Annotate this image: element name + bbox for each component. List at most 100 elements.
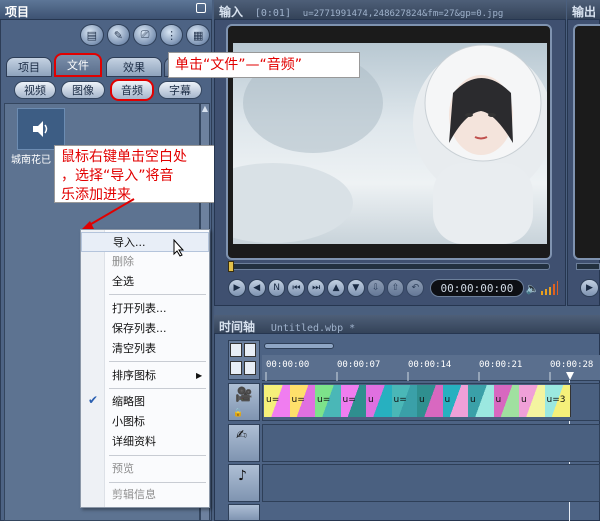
mark-out-icon[interactable]: ⇧ xyxy=(386,279,405,297)
input-title-text: 输入 xyxy=(219,5,244,19)
menu-item-clear-list[interactable]: 清空列表 xyxy=(81,339,209,359)
subtab-caption[interactable]: 字幕 xyxy=(158,81,202,99)
clip-label: u= xyxy=(342,395,356,405)
undo-icon[interactable]: ↶ xyxy=(406,279,425,297)
tab-project[interactable]: 项目 xyxy=(6,57,52,77)
play-icon[interactable]: ▶ xyxy=(228,279,246,297)
project-title-text: 项目 xyxy=(5,5,30,19)
input-panel-title: 输入 [0:01] u=2771991474,248627824&fm=27&g… xyxy=(214,0,566,20)
end-icon[interactable]: ⏭ xyxy=(307,279,326,297)
video-clip[interactable]: u xyxy=(366,385,393,417)
clip-label: u= xyxy=(317,395,331,405)
subtab-video[interactable]: 视频 xyxy=(14,81,56,99)
menu-separator xyxy=(109,361,206,362)
menu-item-small-icons[interactable]: 小图标 xyxy=(81,412,209,432)
title-track[interactable] xyxy=(262,424,600,462)
grid-icon[interactable]: ▦ xyxy=(186,24,210,46)
mark-in-icon[interactable]: ⇩ xyxy=(366,279,385,297)
ruler-ticks xyxy=(265,372,551,381)
callout-line-2: ，选择“导入”将音 xyxy=(61,168,174,184)
clip-label: u xyxy=(495,395,502,405)
clip-label: u xyxy=(521,395,527,405)
timeline-title: 时间轴 Untitled.wbp * xyxy=(214,315,600,334)
speaker-icon xyxy=(33,121,48,137)
tree-icon[interactable]: ⋮ xyxy=(159,24,184,46)
clip-label: u= xyxy=(393,395,407,405)
new-doc-icon[interactable] xyxy=(230,343,242,357)
tab-effects[interactable]: 效果 xyxy=(106,57,162,77)
lock-icon[interactable]: 🔒 xyxy=(233,408,243,417)
video-clip[interactable]: u xyxy=(468,385,495,417)
ruler-label-0: 00:00:00 xyxy=(266,360,310,370)
volume-meter-icon xyxy=(541,281,558,295)
seek-handle[interactable] xyxy=(228,261,234,272)
clip-icon[interactable]: ⎚ xyxy=(133,24,157,46)
video-clip[interactable]: u xyxy=(493,385,520,417)
up-icon[interactable]: ▲ xyxy=(327,279,345,297)
menu-item-thumbnail[interactable]: 缩略图 xyxy=(81,392,209,412)
video-clip[interactable]: u=3 xyxy=(544,385,571,417)
zoom-icon[interactable] xyxy=(244,361,256,375)
timeline-zoom-slider[interactable] xyxy=(264,343,334,349)
snap-icon[interactable] xyxy=(230,361,242,375)
transport-bar: ▶ ◀ N ⏮ ⏭ ▲ ▼ ⇩ ⇧ ↶ 00:00:00:00 🔈 xyxy=(228,276,558,300)
menu-item-select-all[interactable]: 全选 xyxy=(81,272,209,292)
seek-bar[interactable] xyxy=(228,263,550,270)
down-icon[interactable]: ▼ xyxy=(346,279,365,297)
callout-file-audio-hint: 单击“文件”—“音频” xyxy=(168,52,360,78)
next-icon[interactable]: N xyxy=(267,279,286,297)
track-header-video[interactable]: 🎥 🔒 xyxy=(228,383,260,421)
timecode-display: 00:00:00:00 xyxy=(430,279,524,297)
menu-separator xyxy=(109,482,206,483)
audio-file-thumbnail[interactable] xyxy=(17,108,65,150)
menu-item-preview: 预览 xyxy=(112,462,134,475)
tab-file[interactable]: 文件 xyxy=(54,53,102,77)
output-panel-title: 输出 xyxy=(567,0,600,20)
menu-separator xyxy=(109,294,206,295)
clip-label: u xyxy=(419,395,425,405)
project-panel-title: 项目 xyxy=(0,0,212,20)
menu-item-delete: 删除 xyxy=(112,255,134,268)
clip-label: u xyxy=(368,395,374,405)
open-folder-icon[interactable]: ▤ xyxy=(80,24,104,46)
camera-icon: 🎥 xyxy=(235,387,253,403)
volume-icon[interactable]: 🔈 xyxy=(526,282,540,295)
ruler-label-3: 00:00:21 xyxy=(479,360,523,370)
audio-track[interactable] xyxy=(262,464,600,502)
start-icon[interactable]: ⏮ xyxy=(287,279,306,297)
project-toolbar: ▤ ✎ ⎚ ⋮ ▦ xyxy=(80,24,210,50)
callout-line-1: 鼠标右键单击空白处 xyxy=(61,149,187,165)
edit-icon[interactable]: ✎ xyxy=(106,24,131,46)
track-header-audio2[interactable] xyxy=(228,504,260,521)
clip-label: u= xyxy=(266,395,280,405)
video-clip[interactable]: u= xyxy=(340,385,367,417)
menu-item-save-list[interactable]: 保存列表... xyxy=(81,319,209,339)
ruler-label-1: 00:00:07 xyxy=(337,360,381,370)
subtab-image[interactable]: 图像 xyxy=(61,81,105,99)
video-clip[interactable]: u= xyxy=(264,385,291,417)
scroll-up-arrow-icon[interactable]: ▲ xyxy=(201,104,209,114)
track-header-title[interactable]: ✍ xyxy=(228,424,260,462)
video-clip[interactable]: u= xyxy=(289,385,316,417)
panel-pin-icon[interactable] xyxy=(196,3,206,13)
music-icon: ♪ xyxy=(238,468,247,484)
menu-separator xyxy=(109,455,206,456)
output-title-text: 输出 xyxy=(572,5,597,19)
prev-icon[interactable]: ◀ xyxy=(247,279,266,297)
output-seek-bar[interactable] xyxy=(576,263,600,270)
video-clip[interactable]: u xyxy=(442,385,469,417)
menu-item-import[interactable]: 导入... xyxy=(81,232,209,252)
split-icon[interactable] xyxy=(244,343,256,357)
timeline-title-text: 时间轴 xyxy=(219,320,256,334)
subtab-audio[interactable]: 音频 xyxy=(110,79,154,101)
video-clip[interactable]: u= xyxy=(315,385,342,417)
menu-item-open-list[interactable]: 打开列表... xyxy=(81,299,209,319)
track-header-audio[interactable]: ♪ xyxy=(228,464,260,502)
video-clip[interactable]: u= xyxy=(391,385,418,417)
video-clip[interactable]: u xyxy=(417,385,444,417)
menu-item-details[interactable]: 详细资料 xyxy=(81,432,209,452)
menu-separator xyxy=(109,388,206,389)
video-clip[interactable]: u xyxy=(519,385,546,417)
output-play-icon[interactable]: ▶ xyxy=(580,279,599,297)
menu-item-sort-icons[interactable]: 排序图标 xyxy=(81,366,209,386)
